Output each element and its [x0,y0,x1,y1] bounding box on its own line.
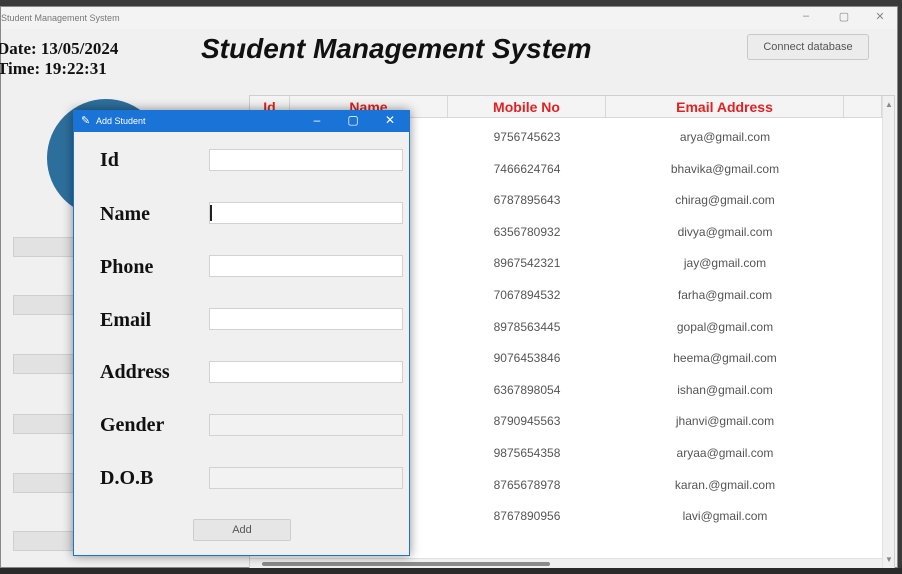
dialog-close-button[interactable]: ✕ [381,113,399,127]
address-field[interactable] [209,361,403,383]
page-title: Student Management System [201,33,592,64]
email-cell: aryaa@gmail.com [676,446,774,460]
phone-label: Phone [100,256,154,278]
maximize-button[interactable]: ▢ [835,10,853,23]
window-title: Student Management System [1,13,120,23]
minimize-button[interactable]: – [797,10,815,22]
email-cell: ishan@gmail.com [677,382,773,397]
column-header-extra [844,96,882,118]
dialog-titlebar[interactable]: ✎ Add Student – ▢ ✕ [74,111,409,132]
connect-database-button[interactable]: Connect database [747,34,869,60]
add-student-dialog: ✎ Add Student – ▢ ✕ Id Name Phone Email … [73,110,410,556]
mobile-cell: 7466624764 [493,161,561,176]
vertical-scrollbar[interactable]: ▲ ▼ [882,96,894,568]
add-button[interactable]: Add [193,519,291,541]
mobile-cell: 7067894532 [493,288,561,302]
email-cell: lavi@gmail.com [682,509,768,524]
id-label: Id [100,149,119,171]
email-cell: farha@gmail.com [677,288,773,302]
mobile-cell: 8765678978 [493,477,561,492]
mobile-cell: 9076453846 [493,351,561,366]
email-cell: bhavika@gmail.com [670,161,780,176]
email-cell: karan.@gmail.com [674,477,776,492]
datetime-block: Date: 13/05/2024 Time: 19:22:31 [0,39,118,79]
email-cell: chirag@gmail.com [675,193,775,208]
mobile-cell: 6356780932 [493,224,561,239]
horizontal-scrollbar[interactable] [250,558,882,568]
mobile-cell: 8767890956 [493,509,561,524]
horizontal-scroll-thumb[interactable] [262,562,550,566]
gender-label: Gender [100,414,165,436]
dialog-title: Add Student [96,116,146,126]
email-cell: gopal@gmail.com [676,319,774,334]
dialog-maximize-button[interactable]: ▢ [344,113,362,127]
mobile-cell: 8790945563 [493,414,561,429]
phone-field[interactable] [209,255,403,277]
dob-field[interactable] [209,467,403,489]
email-cell: divya@gmail.com [677,224,773,239]
email-cell: heema@gmail.com [673,351,777,366]
id-field[interactable] [209,149,403,171]
column-header-mobile[interactable]: Mobile No [448,96,606,118]
mobile-cell: 9875654358 [493,446,561,460]
mobile-cell: 9756745623 [493,130,561,144]
close-button[interactable]: ✕ [871,10,889,23]
mobile-cell: 6787895643 [493,193,561,208]
mobile-cell: 8978563445 [493,319,561,334]
name-field[interactable] [209,202,403,224]
dob-label: D.O.B [100,467,154,489]
column-header-email[interactable]: Email Address [606,96,844,118]
name-label: Name [100,203,150,225]
email-cell: jay@gmail.com [683,256,767,271]
email-field[interactable] [209,308,403,330]
scroll-down-icon[interactable]: ▼ [885,555,893,564]
dialog-minimize-button[interactable]: – [308,113,326,127]
date-label: Date: 13/05/2024 [0,39,119,58]
time-label: Time: 19:22:31 [0,59,107,78]
email-label: Email [100,309,152,331]
address-label: Address [100,361,170,383]
scroll-up-icon[interactable]: ▲ [885,100,893,109]
mobile-cell: 6367898054 [493,382,561,397]
email-cell: arya@gmail.com [679,130,771,144]
email-cell: jhanvi@gmail.com [675,414,775,429]
feather-icon: ✎ [81,115,91,127]
text-cursor [210,205,212,221]
mobile-cell: 8967542321 [493,256,561,271]
taskbar-strip [0,568,902,574]
main-titlebar: Student Management System – ▢ ✕ [1,7,897,29]
gender-field[interactable] [209,414,403,436]
